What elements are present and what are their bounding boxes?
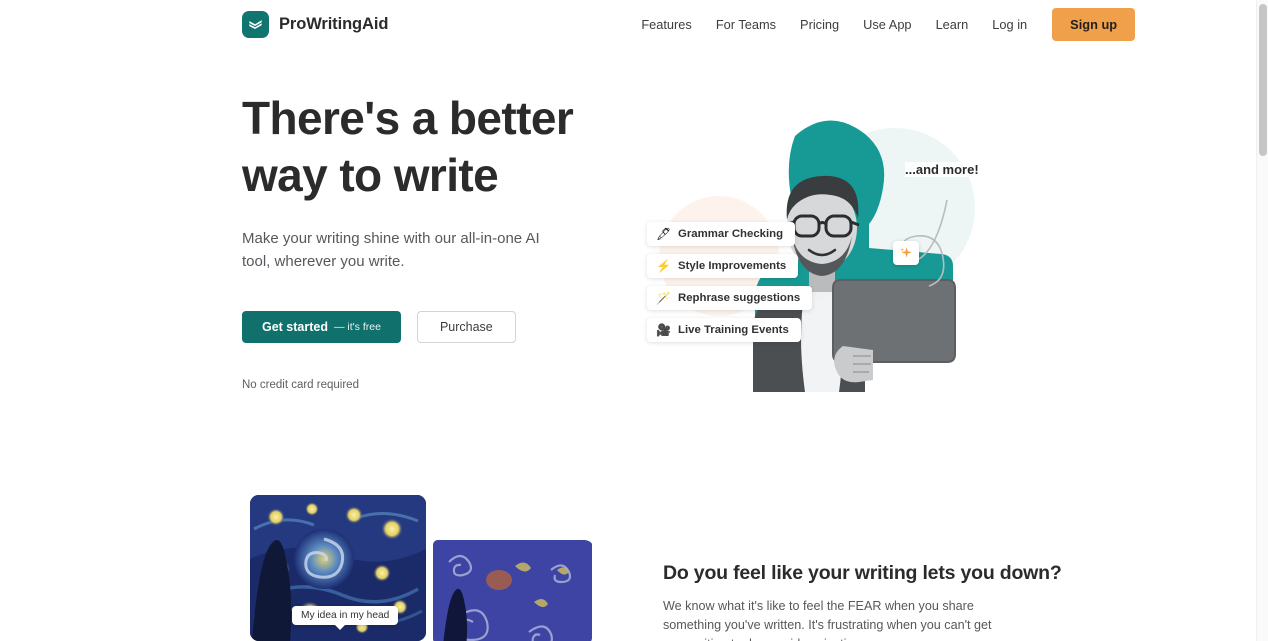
nav-item-for-teams[interactable]: For Teams [704, 11, 788, 38]
nav-item-learn[interactable]: Learn [924, 11, 981, 38]
nav-item-log-in[interactable]: Log in [980, 11, 1039, 38]
feature-chip-grammar-checking[interactable]: 🖋 Grammar Checking [647, 222, 796, 246]
feature-chip-list: 🖋 Grammar Checking ⚡ Style Improvements … [647, 222, 813, 342]
nav-item-use-app[interactable]: Use App [851, 11, 923, 38]
chip-label: Grammar Checking [678, 228, 784, 240]
page-scrollbar[interactable] [1256, 0, 1268, 641]
brand-name: ProWritingAid [279, 14, 389, 33]
no-credit-card-note: No credit card required [242, 379, 359, 391]
feature-chip-style-improvements[interactable]: ⚡ Style Improvements [647, 254, 799, 278]
purchase-button[interactable]: Purchase [416, 311, 516, 343]
hero-subtitle: Make your writing shine with our all-in-… [242, 230, 540, 270]
and-more-label: ...and more! [905, 162, 979, 177]
site-header: ProWritingAid Features For Teams Pricing… [0, 0, 1256, 48]
hero-illustration: ...and more! 🖋 Grammar Checking ⚡ Style … [647, 100, 1007, 400]
magic-wand-icon: 🪄 [656, 291, 671, 305]
section2-body: We know what it's like to feel the FEAR … [663, 599, 992, 641]
hero-title: There's a better way to write [242, 90, 642, 204]
get-started-button[interactable]: Get started — it's free [242, 311, 401, 343]
sparkles-icon [893, 241, 919, 265]
hero-title-line-2: way to write [242, 149, 499, 201]
chip-label: Live Training Events [678, 324, 789, 336]
video-camera-icon: 🎥 [656, 323, 671, 337]
scrollbar-thumb[interactable] [1259, 4, 1267, 156]
lightning-bolt-icon: ⚡ [656, 259, 671, 273]
nav-item-features[interactable]: Features [629, 11, 704, 38]
section2-title: Do you feel like your writing lets you d… [663, 562, 1062, 584]
brand-logo[interactable]: ProWritingAid [242, 10, 389, 38]
feature-chip-live-training-events[interactable]: 🎥 Live Training Events [647, 318, 801, 342]
landing-page: ProWritingAid Features For Teams Pricing… [0, 0, 1268, 641]
sign-up-button[interactable]: Sign up [1052, 7, 1136, 41]
get-started-label: Get started [262, 320, 328, 334]
feature-chip-rephrase-suggestions[interactable]: 🪄 Rephrase suggestions [647, 286, 813, 310]
hero-title-line-1: There's a better [242, 92, 574, 144]
pen-nib-icon: 🖋 [656, 227, 672, 241]
writing-lets-you-down-section: My idea in my head Do you feel like your… [0, 490, 1256, 641]
nav-item-pricing[interactable]: Pricing [788, 11, 851, 38]
open-book-logo-icon [242, 10, 269, 38]
chip-label: Rephrase suggestions [678, 292, 801, 304]
section2-copy: Do you feel like your writing lets you d… [663, 562, 1062, 641]
hero-copy: There's a better way to write Make your … [242, 90, 642, 391]
chip-label: Style Improvements [678, 260, 787, 272]
idea-caption-tag: My idea in my head [292, 606, 399, 630]
hero-actions: Get started — it's free Purchase [242, 311, 642, 343]
main-nav: Features For Teams Pricing Use App Learn… [629, 7, 1136, 41]
get-started-suffix: — it's free [334, 321, 381, 333]
childlike-drawing-card [429, 536, 592, 641]
